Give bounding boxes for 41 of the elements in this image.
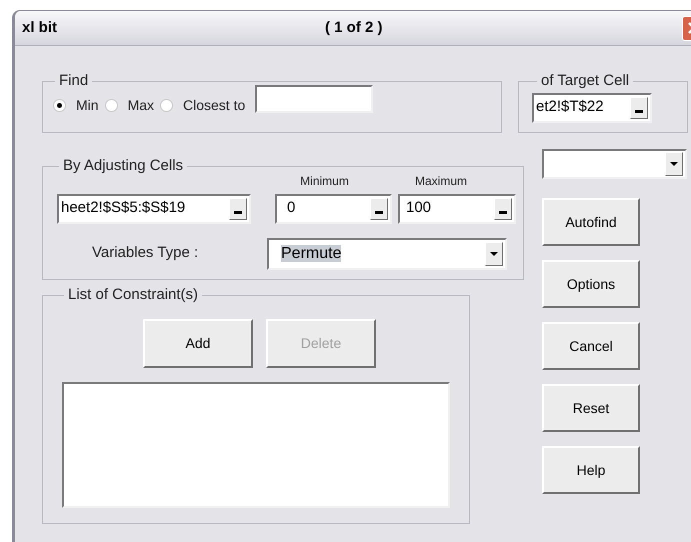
group-label: of Target Cell [540,71,630,91]
closest-to-field[interactable] [255,85,374,113]
minimum-label: Minimum [299,172,350,190]
radio-label: Max [128,96,154,114]
down-caret-icon [670,162,678,166]
dropdown-button[interactable] [665,152,683,176]
dialog-button[interactable]: Autofind [542,198,640,246]
variables-type-dropdown[interactable]: Permute [267,238,507,270]
collapse-button[interactable] [229,198,247,220]
radio-label: Closest to [183,96,246,114]
collapse-button[interactable] [494,198,512,220]
radio-button[interactable] [53,98,66,112]
collapse-button[interactable] [630,96,648,118]
dialog-button[interactable]: Cancel [542,322,640,370]
group-label: Find [58,71,90,91]
dialog-button[interactable]: Reset [542,384,640,432]
dialog-button[interactable]: Help [542,446,640,494]
variables-type-label: Variables Type : [92,243,200,264]
underscore-icon [635,110,643,112]
dropdown-button[interactable] [485,242,503,266]
minimum-field[interactable]: 0 [275,194,392,224]
page-indicator: ( 1 of 2 ) [325,18,383,38]
constraint-button[interactable]: Add [143,318,253,368]
underscore-icon [375,210,383,214]
cells-field[interactable]: heet2!$S$5:$S$19 [57,194,251,224]
down-caret-icon [490,252,498,256]
group-label: List of Constraint(s) [67,285,200,305]
radio-button[interactable] [160,98,174,112]
maximum-field[interactable]: 100 [398,194,516,224]
dialog-button[interactable]: Options [542,260,640,308]
radio-label: Min [76,96,99,114]
window-title: xl bit [21,18,58,38]
dropdown-field[interactable] [542,149,687,179]
maximum-label: Maximum [414,172,468,190]
constraints-listbox[interactable] [62,382,450,508]
group-label: By Adjusting Cells [62,156,184,176]
radio-button[interactable] [104,98,118,112]
underscore-icon [499,210,507,214]
collapse-button[interactable] [370,198,388,220]
target-cell-field[interactable]: et2!$T$22 [532,92,652,122]
underscore-icon [234,210,242,214]
